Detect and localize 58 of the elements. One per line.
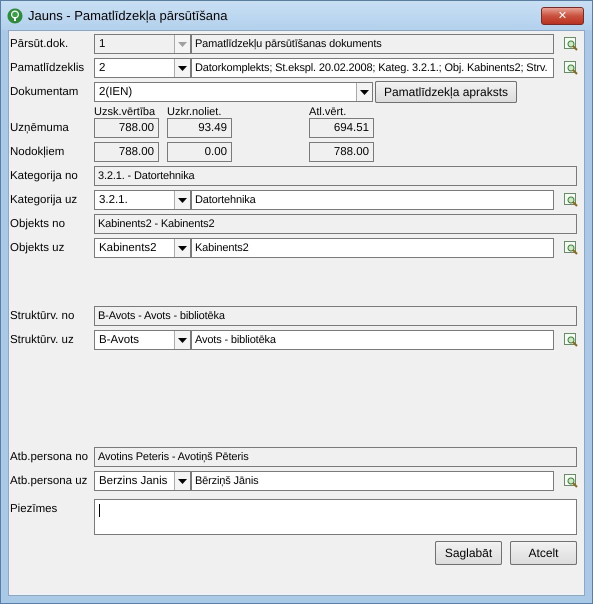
code-combo[interactable]: 2	[94, 58, 191, 78]
field-label: Kategorija no	[10, 170, 79, 182]
notes-field[interactable]	[94, 499, 577, 535]
field-label: Atb.persona no	[10, 451, 90, 463]
name-field: Pamatlīdzekļu pārsūtīšanas dokuments	[191, 34, 554, 54]
dropdown-arrow-icon	[178, 246, 187, 250]
column-header: Atl.vērt.	[309, 106, 348, 118]
dropdown-arrow-icon	[178, 42, 187, 46]
dialog-button[interactable]: Saglabāt	[435, 541, 502, 565]
code-combo[interactable]: B-Avots	[94, 330, 191, 350]
dropdown-arrow-icon	[178, 198, 187, 202]
name-field: Bērziņš Jānis	[191, 471, 554, 491]
value-field: 788.00	[94, 142, 159, 162]
dropdown-arrow-icon	[178, 338, 187, 342]
magnifier-icon[interactable]	[563, 60, 579, 76]
readonly-field: Avotins Peteris - Avotiņš Pēteris	[94, 447, 577, 467]
column-header: Uzkr.noliet.	[167, 106, 222, 118]
field-label: Pamatlīdzeklis	[10, 62, 86, 74]
readonly-field: Kabinents2 - Kabinents2	[94, 214, 577, 234]
magnifier-icon[interactable]	[563, 192, 579, 208]
close-button[interactable]: ✕	[541, 6, 584, 24]
field-label: Objekts uz	[10, 242, 66, 254]
dropdown-arrow-icon	[178, 66, 187, 70]
name-field: Avots - bibliotēka	[191, 330, 554, 350]
window-title: Jauns - Pamatlīdzekļa pārsūtīšana	[28, 8, 228, 23]
field-label: Dokumentam	[10, 86, 80, 98]
code-combo[interactable]: Kabinents2	[94, 238, 191, 258]
field-label: Nodokļiem	[10, 146, 66, 158]
code-combo[interactable]: Berzins Janis	[94, 471, 191, 491]
field-label: Uzņēmuma	[10, 122, 70, 134]
field-label: Pārsūt.dok.	[10, 38, 70, 50]
dropdown-arrow-icon	[360, 90, 369, 94]
readonly-field: 3.2.1. - Datortehnika	[94, 166, 577, 186]
field-label: Objekts no	[10, 218, 66, 230]
value-field: 93.49	[167, 118, 232, 138]
value-field: 0.00	[167, 142, 232, 162]
description-button[interactable]: Pamatlīdzekļa apraksts	[375, 81, 518, 103]
dialog-button[interactable]: Atcelt	[510, 541, 577, 565]
field-label: Atb.persona uz	[10, 475, 88, 487]
value-field: 788.00	[94, 118, 159, 138]
code-combo[interactable]: 3.2.1.	[94, 190, 191, 210]
field-label: Struktūrv. uz	[10, 334, 75, 346]
magnifier-icon[interactable]	[563, 332, 579, 348]
dropdown-arrow-icon	[178, 478, 187, 484]
field-label: Kategorija uz	[10, 194, 78, 206]
document-combo[interactable]: 2(IEN)	[94, 82, 373, 102]
name-field: Kabinents2	[191, 238, 554, 258]
readonly-field: B-Avots - Avots - bibliotēka	[94, 306, 577, 326]
magnifier-icon[interactable]	[563, 473, 579, 489]
field-label: Piezīmes	[10, 503, 58, 515]
magnifier-icon[interactable]	[563, 240, 579, 256]
column-header: Uzsk.vērtība	[94, 106, 156, 118]
field-label: Struktūrv. no	[10, 310, 76, 322]
name-field: Datorkomplekts; St.ekspl. 20.02.2008; Kateg. 3.2.1.; Obj. Kabinents2; Strv.	[191, 58, 554, 78]
name-field: Datortehnika	[191, 190, 554, 210]
magnifier-icon[interactable]	[563, 36, 579, 52]
value-field: 694.51	[309, 118, 374, 138]
value-field: 788.00	[309, 142, 374, 162]
